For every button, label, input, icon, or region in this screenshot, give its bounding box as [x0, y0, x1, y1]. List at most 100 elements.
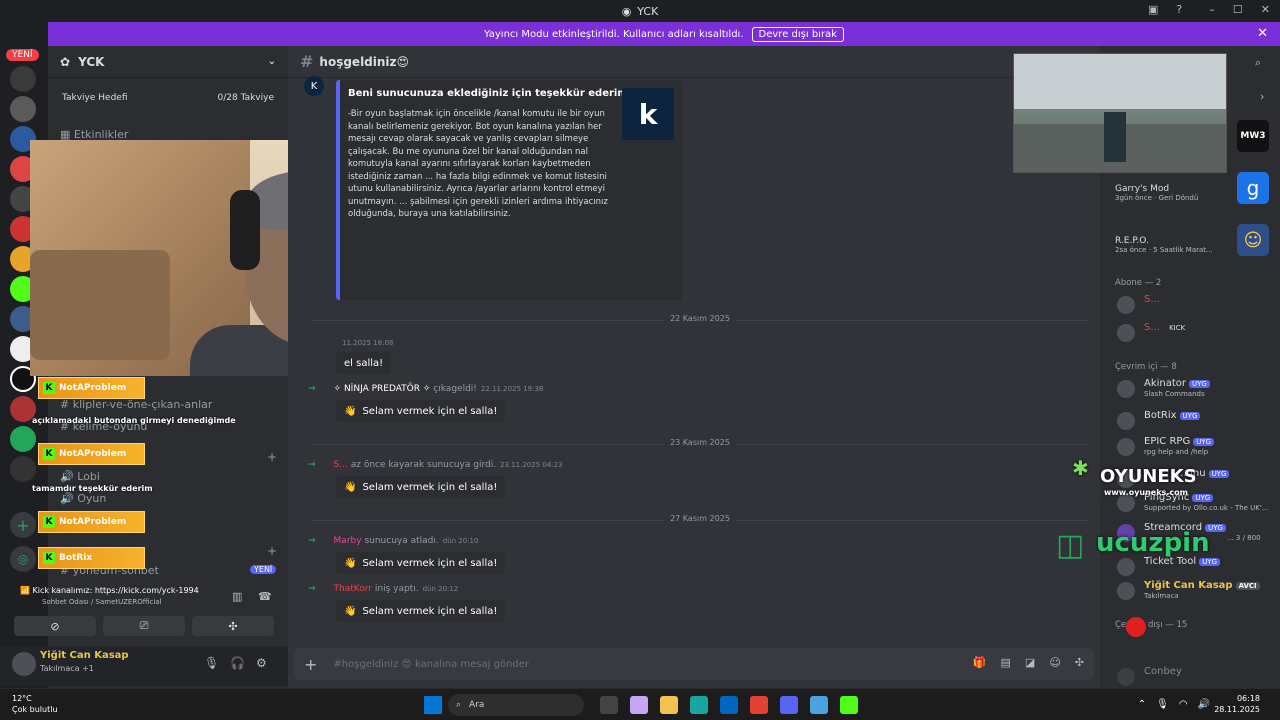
search-icon[interactable]: ⌕: [1255, 56, 1261, 70]
disconnect-icon[interactable]: ☎: [258, 590, 272, 603]
divider-label: 22 Kasım 2025: [664, 314, 736, 323]
avatar: [1117, 668, 1135, 686]
video-off-button[interactable]: ⊘: [14, 616, 96, 636]
noise-icon[interactable]: ▥: [232, 590, 242, 603]
message-input[interactable]: + #hoşgeldiniz 😍 kanalına mesaj gönder 🎁…: [294, 648, 1094, 680]
app-icon[interactable]: [810, 696, 828, 714]
wave-text: Selam vermek için el salla!: [362, 557, 498, 569]
date-divider: 22 Kasım 2025: [312, 314, 1088, 323]
sticker-icon[interactable]: ◪: [1025, 656, 1035, 669]
maximize-icon[interactable]: ☐: [1233, 3, 1243, 16]
stream-chat-tag: K NotAProblem: [38, 511, 145, 533]
close-icon[interactable]: ✕: [1257, 26, 1268, 41]
system-clock[interactable]: 06:18 28.11.2025: [1214, 693, 1260, 715]
emoji-icon[interactable]: ☺: [1049, 656, 1060, 669]
activity-card[interactable]: R.E.P.O. 2sa önce · 5 Saatlik Marat...: [1115, 236, 1213, 254]
wave-button[interactable]: el salla!: [336, 352, 392, 374]
apps-icon[interactable]: ✣: [1075, 656, 1084, 669]
discord-taskbar-icon[interactable]: [780, 696, 798, 714]
store-icon[interactable]: [720, 696, 738, 714]
screen-share-button[interactable]: ⎚: [103, 616, 185, 636]
voice-channel-item[interactable]: 🔊 Oyun: [60, 492, 106, 505]
discover-icon[interactable]: ◎: [10, 546, 36, 572]
chevron-up-icon[interactable]: ⌃: [1138, 699, 1146, 710]
attach-plus-icon[interactable]: +: [304, 655, 317, 674]
new-badge: YENİ: [250, 565, 277, 574]
chrome-icon[interactable]: [750, 696, 768, 714]
kick-icon: K: [43, 516, 55, 528]
guild-header[interactable]: ✿ YCK ⌄: [48, 46, 288, 78]
embed-thumbnail: k: [622, 88, 674, 140]
avatar[interactable]: [12, 652, 36, 676]
title-bar: ◉ YCK ▣ ? – ☐ ✕: [0, 0, 1280, 22]
member-name: Akinator: [1144, 378, 1187, 389]
server-icon[interactable]: [10, 66, 36, 92]
volume-icon[interactable]: 🔊: [1198, 699, 1210, 710]
channel-name: hoşgeldiniz: [319, 54, 397, 69]
oyuneks-logo-icon: ✱: [1072, 456, 1089, 480]
member-name[interactable]: ✧ NİNJA PREDATÖR ✧: [334, 384, 431, 394]
app-badge: UYG: [1193, 438, 1215, 446]
server-icon[interactable]: [10, 426, 36, 452]
microphone-icon[interactable]: 🎙: [204, 656, 219, 670]
edge-icon[interactable]: [690, 696, 708, 714]
gift-icon[interactable]: 🎁: [973, 656, 987, 669]
timestamp: 22.11.2025 19:38: [480, 385, 544, 393]
activity-game: Garry's Mod: [1115, 184, 1170, 194]
wave-button[interactable]: 👋 Selam vermek için el salla!: [336, 476, 506, 498]
activities-button[interactable]: ✣: [192, 616, 274, 636]
avatar: [1117, 438, 1135, 456]
member-name[interactable]: ThatKorr: [334, 584, 372, 594]
join-message: → S... az önce kayarak sunucuya girdi. 23.…: [308, 460, 563, 470]
member-name[interactable]: S...: [334, 460, 348, 470]
file-explorer-icon[interactable]: [660, 696, 678, 714]
boost-goal[interactable]: Takviye Hedefi 0/28 Takviye: [56, 88, 280, 108]
wave-emoji: 👋: [344, 557, 357, 569]
avatar: [1117, 324, 1135, 342]
join-message: → ✧ NİNJA PREDATÖR ✧ çıkageldi! 22.11.2025…: [308, 384, 543, 394]
task-view-icon[interactable]: [600, 696, 618, 714]
microphone-icon[interactable]: 🎙: [1156, 699, 1169, 710]
channel-header: # hoşgeldiniz 😍: [288, 46, 1100, 78]
user-panel: Yiğit Can Kasap Takılmaca +1 🎙 🎧 ⚙: [0, 646, 288, 686]
add-channel-icon[interactable]: +: [267, 450, 277, 464]
weather-text: Çok bulutlu: [12, 705, 58, 714]
settings-gear-icon[interactable]: ⚙: [256, 656, 267, 670]
webcam-couch: [30, 250, 170, 360]
bot-avatar[interactable]: K: [304, 76, 324, 96]
chevron-right-icon[interactable]: ›: [1260, 90, 1264, 103]
weather-widget[interactable]: 12°C Çok bulutlu: [12, 693, 58, 715]
kick-taskbar-icon[interactable]: [840, 696, 858, 714]
voice-channel-item[interactable]: 🔊 Lobi: [60, 470, 100, 483]
help-icon[interactable]: ?: [1176, 3, 1182, 16]
activity-card[interactable]: Garry's Mod 3gün önce · Geri Döndü: [1115, 184, 1198, 202]
disable-button[interactable]: Devre dışı bırak: [751, 26, 844, 42]
stream-chat-tag: K NotAProblem: [38, 443, 145, 465]
add-channel-icon[interactable]: +: [267, 544, 277, 558]
wifi-icon[interactable]: ◠: [1179, 699, 1188, 710]
divider-label: 27 Kasım 2025: [664, 514, 736, 523]
member-name[interactable]: Marby: [334, 536, 362, 546]
minimize-icon[interactable]: –: [1209, 3, 1215, 16]
server-icon[interactable]: [10, 456, 36, 482]
wave-button[interactable]: 👋 Selam vermek için el salla!: [336, 400, 506, 422]
window-title: YCK: [637, 4, 659, 18]
server-icon[interactable]: [10, 96, 36, 122]
gif-icon[interactable]: ▤: [1001, 656, 1011, 669]
user-status: Takılmaca +1: [40, 664, 94, 673]
close-window-icon[interactable]: ✕: [1261, 3, 1270, 16]
inbox-icon[interactable]: ▣: [1148, 3, 1158, 16]
windows-start-icon[interactable]: [424, 696, 442, 714]
add-server-icon[interactable]: +: [10, 512, 36, 538]
wave-button[interactable]: 👋 Selam vermek için el salla!: [336, 600, 506, 622]
taskbar-search[interactable]: ⌕ Ara: [448, 694, 584, 716]
app-badge: UYG: [1192, 494, 1214, 502]
copilot-icon[interactable]: [630, 696, 648, 714]
avatar: [1117, 412, 1135, 430]
record-dot-icon: [1126, 617, 1146, 637]
channel-item[interactable]: # klipler-ve-öne-çıkan-anlar: [60, 398, 212, 411]
headphones-icon[interactable]: 🎧: [230, 656, 245, 670]
role-badge: AVCI: [1235, 582, 1260, 590]
wave-button[interactable]: 👋 Selam vermek için el salla!: [336, 552, 506, 574]
brand-watermark: ucuzpin: [1096, 528, 1210, 558]
